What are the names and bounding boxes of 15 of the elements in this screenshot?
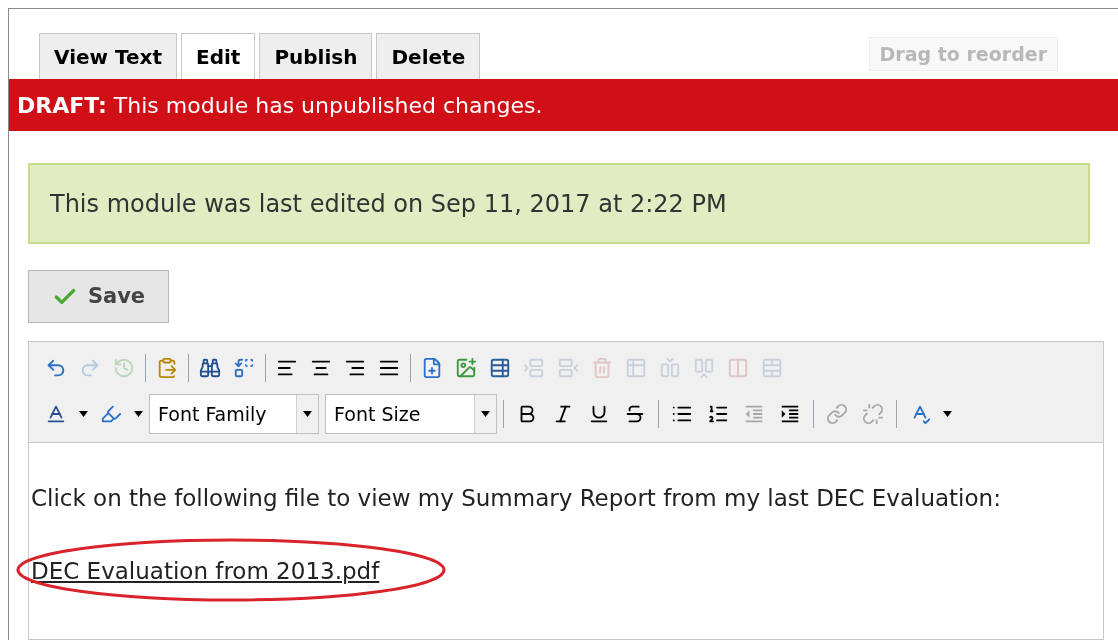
dropdown-caret-icon (481, 411, 490, 417)
dropdown-caret-icon (303, 411, 312, 417)
tab[interactable]: Publish (259, 33, 373, 79)
font-size-select[interactable]: Font Size (325, 394, 497, 434)
last-edited-notice: This module was last edited on Sep 11, 2017 at 2:22 PM (28, 163, 1090, 244)
tab[interactable]: Edit (181, 33, 256, 79)
content-paragraph: Click on the following file to view my Summary Report from my last DEC Evaluation: (31, 484, 1002, 513)
text-color-caret-icon[interactable] (79, 411, 88, 417)
highlight-caret-icon[interactable] (134, 411, 143, 417)
spellcheck-caret-icon[interactable] (943, 411, 952, 417)
tab[interactable]: View Text (39, 33, 177, 79)
draft-banner: DRAFT: This module has unpublished changes. (9, 79, 1118, 131)
font-family-select[interactable]: Font Family (149, 394, 319, 434)
save-button[interactable]: Save (28, 270, 169, 323)
tab[interactable]: Delete (376, 33, 481, 79)
